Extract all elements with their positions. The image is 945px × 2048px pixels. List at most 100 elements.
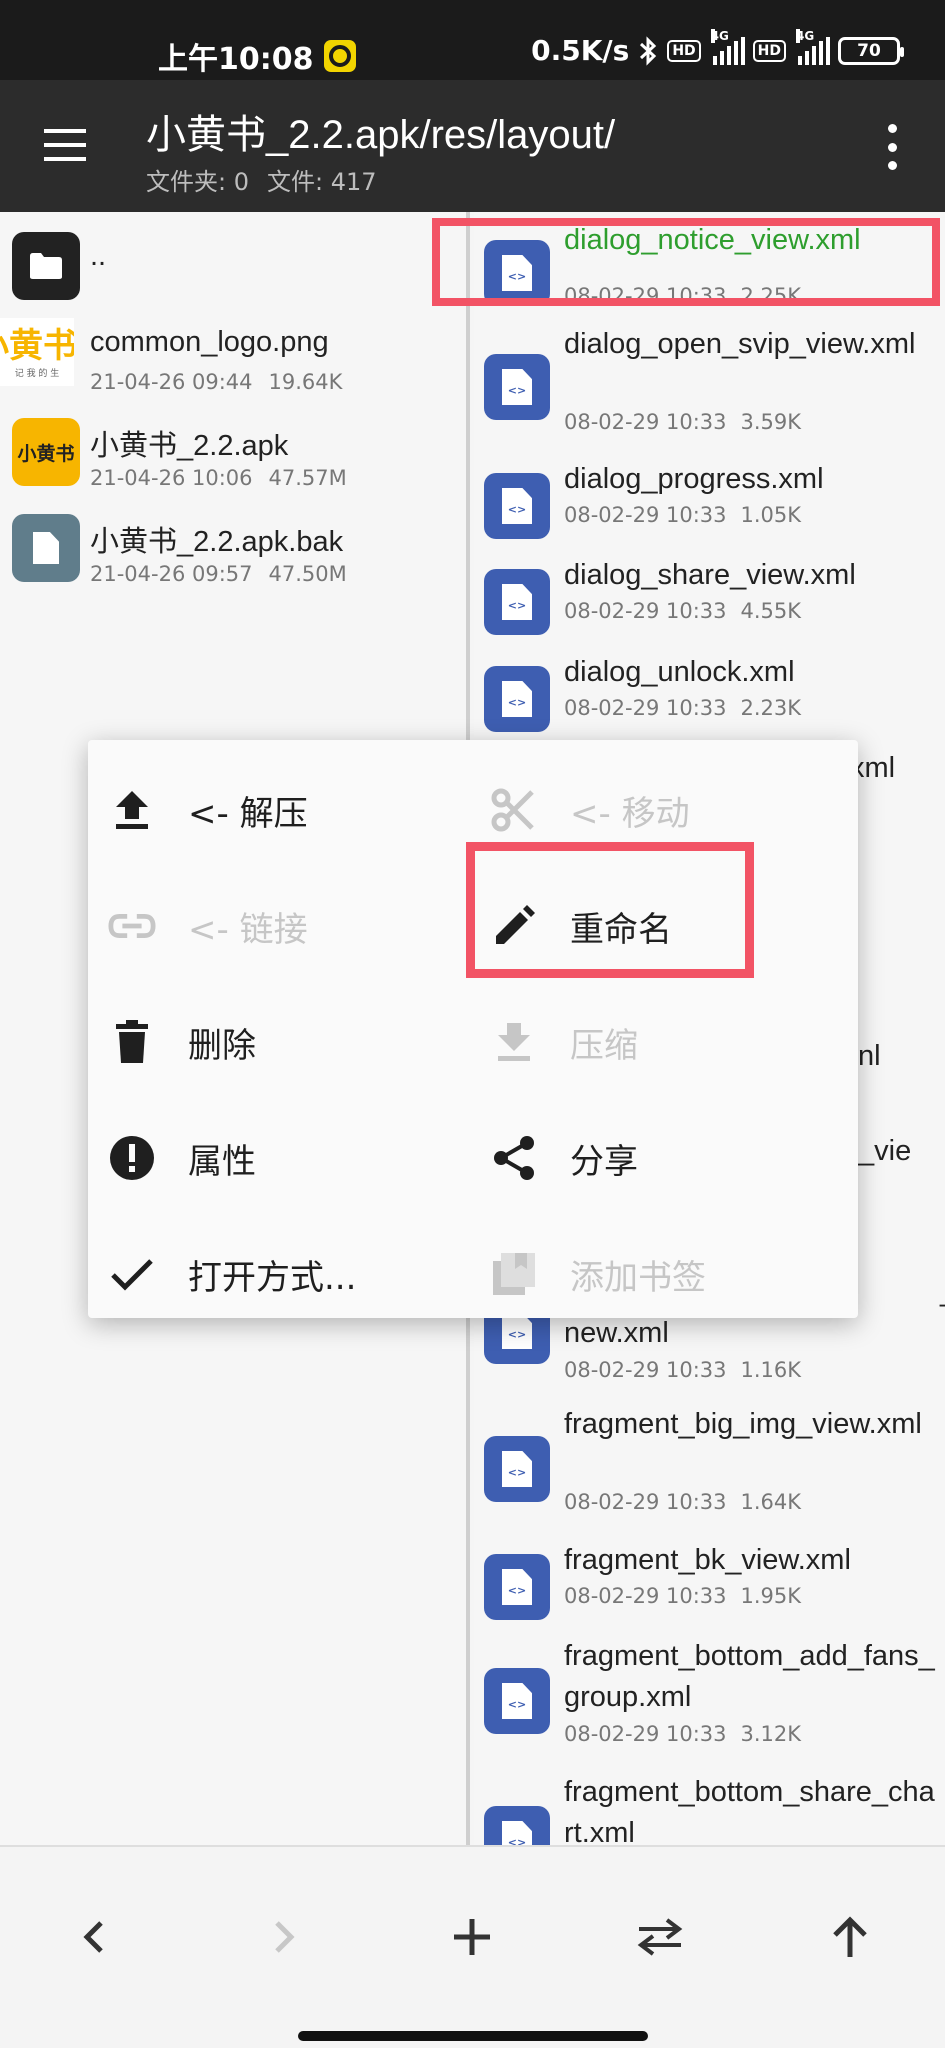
menu-item-compress[interactable]: 压缩 [490,992,850,1092]
file-size: 2.23K [740,696,802,720]
scissors-icon [490,786,538,834]
file-size: 4.55K [740,599,802,623]
file-meta: 21-04-26 10:06 47.57M [90,466,347,490]
file-name: .. [90,240,107,272]
menu-item-link[interactable]: <- 链接 [108,876,468,976]
file-size: 47.50M [268,562,347,586]
file-count: 文件: 417 [266,168,377,196]
file-size: 1.16K [740,1358,802,1382]
menu-item-properties[interactable]: 属性 [108,1108,468,1208]
file-size: 1.95K [740,1584,802,1608]
menu-item-share[interactable]: 分享 [490,1108,850,1208]
download-icon [490,1018,538,1066]
list-item-dialog-open-svip-view[interactable]: dialog_open_svip_view.xml 08-02-29 10:33… [474,324,945,444]
file-date: 08-02-29 10:33 [564,696,727,720]
list-item-fragment-bottom-add-fans-group[interactable]: fragment_bottom_add_fans_group.xml 08-02… [474,1636,945,1756]
xml-file-icon [484,1436,550,1502]
file-name: _vie [858,1135,912,1167]
bluetooth-icon [640,35,657,66]
menu-item-label: 压缩 [570,1025,638,1066]
list-item-fragment-bk-view[interactable]: fragment_bk_view.xml 08-02-29 10:33 1.95… [474,1540,945,1620]
app-bar: 小黄书_2.2.apk/res/layout/ 文件夹: 0 文件: 417 [0,80,945,212]
app-root: 上午10:08 0.5K/s HD 4G HD 4G 70 小黄书_2.2.ap… [0,0,945,2048]
menu-item-label: 分享 [570,1141,638,1182]
menu-item-delete[interactable]: 删除 [108,992,468,1092]
thumbnail-text: 小黄书 [0,325,74,366]
file-name: 小黄书_2.2.apk.bak [90,526,344,558]
menu-item-label: 打开方式... [188,1257,357,1298]
battery-icon: 70 [838,36,904,65]
menu-item-extract[interactable]: <- 解压 [108,760,468,860]
path-title: 小黄书_2.2.apk/res/layout/ [146,113,616,157]
file-meta: 08-02-29 10:33 1.64K [564,1490,801,1514]
file-size: 1.05K [740,503,802,527]
image-thumbnail: 小黄书 记 我 的 生 [0,318,74,386]
file-name: dialog_share_view.xml [564,559,856,591]
file-meta: 21-04-26 09:57 47.50M [90,562,347,586]
apk-icon-text: 小黄书 [17,442,75,465]
file-name: xml [850,752,896,784]
list-item-fragment-big-img-view[interactable]: fragment_big_img_view.xml 08-02-29 10:33… [474,1404,945,1524]
list-item-apk[interactable]: 小黄书 小黄书_2.2.apk 21-04-26 10:06 47.57M [0,414,466,510]
file-meta: 08-02-29 10:33 2.23K [564,696,801,720]
file-date: 21-04-26 10:06 [90,466,253,490]
menu-item-open-with[interactable]: 打开方式... [108,1224,468,1324]
folder-icon [12,232,80,300]
status-bar: 上午10:08 0.5K/s HD 4G HD 4G 70 [0,0,945,80]
more-options-icon[interactable] [879,124,905,170]
up-arrow-icon[interactable] [810,1897,890,1977]
file-size: 3.59K [740,410,802,434]
file-meta: 08-02-29 10:33 4.55K [564,599,801,623]
menu-item-add-bookmark[interactable]: 添加书签 [490,1224,850,1324]
status-time: 上午10:08 [158,34,356,78]
menu-icon[interactable] [40,125,90,165]
file-name: fragment_bottom_share_chart.xml [564,1776,935,1845]
xml-file-icon [484,1806,550,1845]
home-indicator[interactable] [298,2031,648,2041]
status-indicators: 0.5K/s HD 4G HD 4G 70 [531,28,904,67]
add-icon[interactable] [432,1897,512,1977]
xml-file-icon [484,569,550,635]
file-date: 08-02-29 10:33 [564,1584,727,1608]
signal-2-icon: 4G [794,28,830,65]
back-chevron-icon[interactable] [54,1897,134,1977]
trash-icon [108,1018,156,1066]
hd-badge-1: HD [667,39,701,62]
menu-item-label: <- 链接 [188,909,308,950]
list-item-dialog-progress[interactable]: dialog_progress.xml 08-02-29 10:33 1.05K [474,459,945,539]
file-date: 21-04-26 09:44 [90,370,253,394]
file-size: 3.12K [740,1722,802,1746]
link-icon [108,902,156,950]
file-date: 08-02-29 10:33 [564,410,727,434]
file-name: 小黄书_2.2.apk [90,430,289,462]
list-item-dialog-unlock[interactable]: dialog_unlock.xml 08-02-29 10:33 2.23K [474,652,945,732]
rename-highlight [466,842,754,978]
menu-item-label: <- 移动 [570,793,690,834]
signal-1-icon: 4G [709,28,745,65]
menu-item-label: 添加书签 [570,1257,706,1298]
swap-icon[interactable] [620,1897,700,1977]
battery-level: 70 [857,40,881,61]
network-type-1: 4G [710,28,729,43]
file-meta: 08-02-29 10:33 1.16K [564,1358,801,1382]
file-size: 47.57M [268,466,347,490]
forward-chevron-icon[interactable] [244,1897,324,1977]
list-item-dialog-share-view[interactable]: dialog_share_view.xml 08-02-29 10:33 4.5… [474,555,945,635]
file-date: 08-02-29 10:33 [564,503,727,527]
list-item-common-logo[interactable]: 小黄书 记 我 的 生 common_logo.png 21-04-26 09:… [0,318,466,414]
list-item-parent-folder[interactable]: .. [0,222,466,318]
network-speed: 0.5K/s [531,34,630,67]
menu-item-label: 删除 [188,1025,256,1066]
list-item-fragment-bottom-share-chart[interactable]: fragment_bottom_share_chart.xml [474,1772,945,1845]
file-icon [12,514,80,582]
xml-file-icon [484,666,550,732]
list-item-apk-bak[interactable]: 小黄书_2.2.apk.bak 21-04-26 09:57 47.50M [0,510,466,606]
bookmark-icon [490,1250,538,1298]
context-menu: <- 解压 <- 移动 <- 链接 重命名 删除 压缩 属性 分享 打开方式..… [88,740,858,1318]
path-summary: 文件夹: 0 文件: 417 [146,162,377,197]
file-meta: 08-02-29 10:33 1.05K [564,503,801,527]
xml-file-icon [484,1554,550,1620]
bottom-toolbar [0,1845,945,2048]
check-icon [108,1250,156,1298]
file-name: fragment_bottom_add_fans_group.xml [564,1640,935,1713]
